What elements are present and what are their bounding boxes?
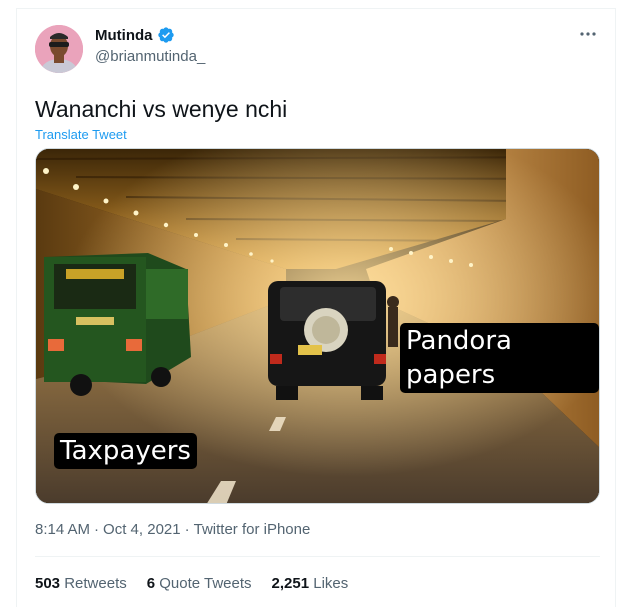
translate-tweet-link[interactable]: Translate Tweet (35, 127, 127, 142)
more-options-icon[interactable] (579, 25, 597, 48)
tweet-time[interactable]: 8:14 AM (35, 521, 90, 538)
bus-shape (44, 253, 191, 396)
divider (35, 556, 600, 557)
tweet-media-image[interactable]: Taxpayers Pandora papers (35, 148, 600, 504)
retweets-stat[interactable]: 503 Retweets (35, 575, 127, 592)
quote-tweets-stat[interactable]: 6 Quote Tweets (147, 575, 252, 592)
retweets-label: Retweets (64, 575, 127, 592)
meta-separator: · (94, 521, 100, 538)
retweets-count: 503 (35, 575, 61, 592)
author-handle[interactable]: @brianmutinda_ (95, 48, 205, 65)
taxpayers-label: Taxpayers (54, 433, 197, 469)
meta-separator: · (184, 521, 190, 538)
tweet-card: Mutinda @brianmutinda_ Wananchi vs wenye… (16, 8, 616, 607)
tweet-source-link[interactable]: Twitter for iPhone (194, 521, 311, 538)
tweet-date[interactable]: Oct 4, 2021 (103, 521, 181, 538)
tweet-text: Wananchi vs wenye nchi (35, 96, 288, 122)
author-name-row[interactable]: Mutinda (95, 26, 175, 44)
suv-shape (268, 281, 386, 400)
verified-badge-icon (157, 27, 174, 43)
author-name[interactable]: Mutinda (95, 27, 153, 44)
avatar[interactable] (35, 25, 83, 73)
quote-tweets-label: Quote Tweets (159, 575, 252, 592)
quote-tweets-count: 6 (146, 575, 156, 592)
avatar-image (35, 25, 83, 73)
pandora-papers-label: Pandora papers (400, 323, 599, 393)
likes-count: 2,251 (271, 575, 310, 592)
tweet-meta: 8:14 AM · Oct 4, 2021 · Twitter for iPho… (35, 521, 310, 538)
likes-stat[interactable]: 2,251 Likes (272, 575, 349, 592)
likes-label: Likes (313, 575, 349, 592)
engagement-stats: 503 Retweets 6 Quote Tweets 2,251 Likes (35, 575, 348, 592)
